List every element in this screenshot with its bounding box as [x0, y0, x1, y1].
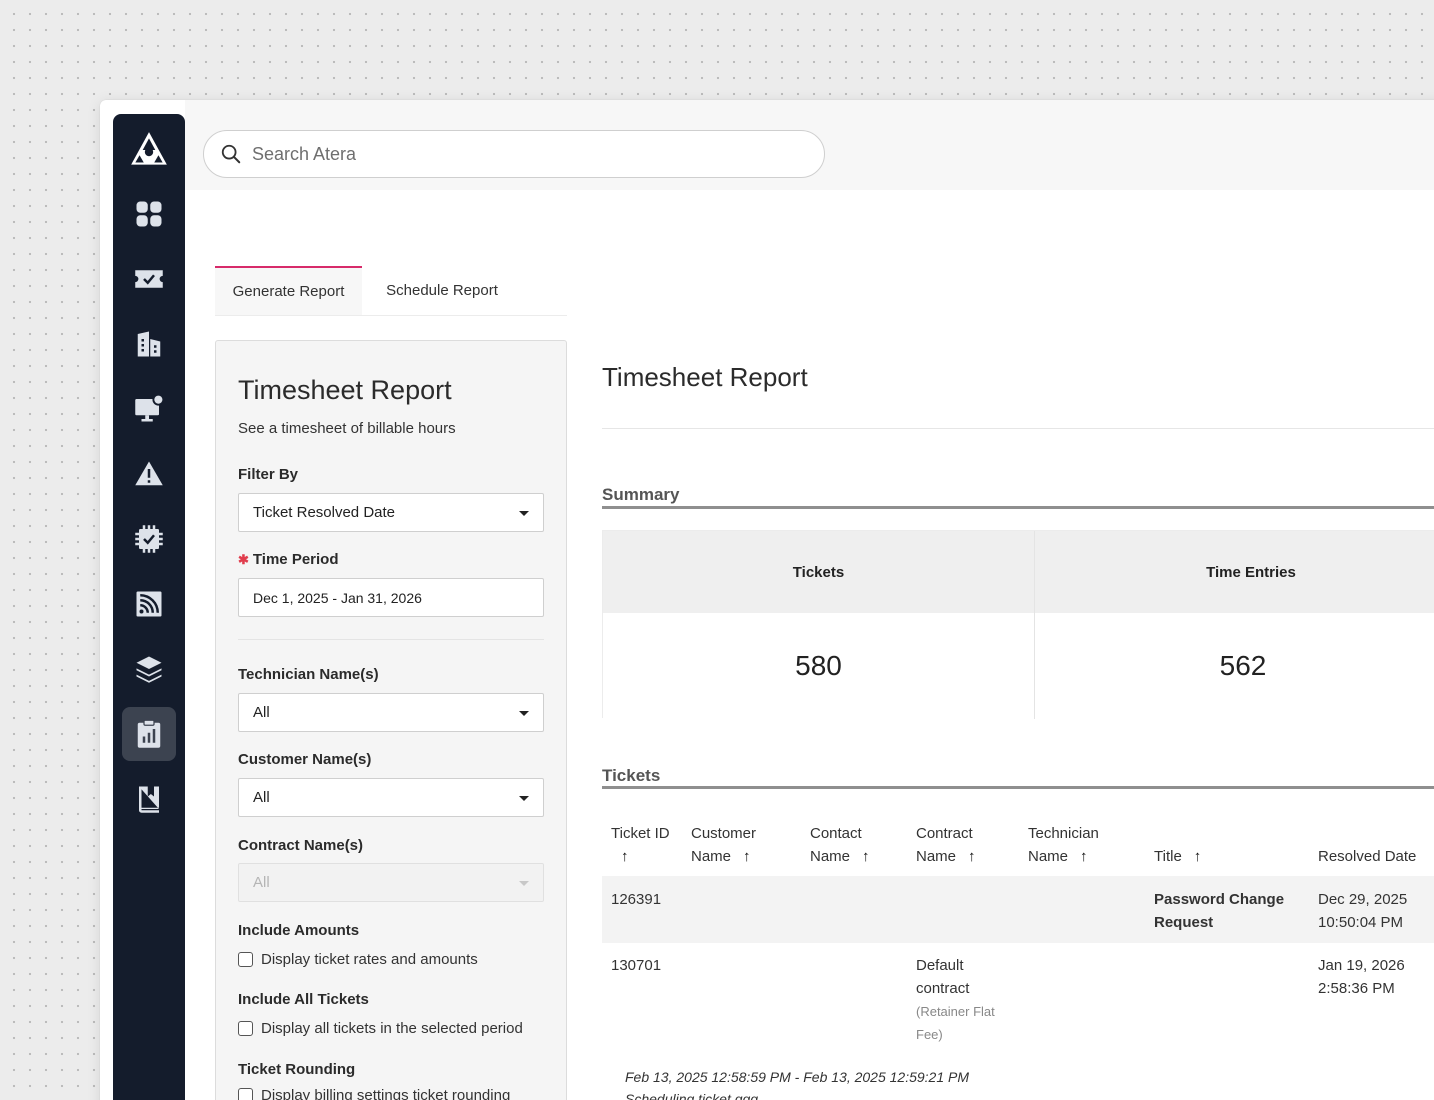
reports-icon[interactable] — [122, 707, 176, 761]
technician-label: Technician Name(s) — [238, 666, 379, 683]
column-header-customer-name[interactable]: Customer Name ↑ — [691, 822, 756, 868]
filter-by-select[interactable]: Ticket Resolved Date — [238, 493, 544, 532]
search-bar[interactable] — [203, 130, 825, 178]
report-filter-panel: Timesheet Report See a timesheet of bill… — [215, 340, 567, 1100]
technician-select[interactable]: All — [238, 693, 544, 732]
app-center-icon[interactable] — [126, 646, 172, 692]
required-star-icon: ✱ — [238, 552, 249, 567]
billing-icon[interactable] — [126, 516, 172, 562]
ticket-rounding-text: Display billing settings ticket rounding — [261, 1087, 511, 1100]
alerts-icon[interactable] — [126, 451, 172, 497]
column-header-contract-name[interactable]: Contract Name ↑ — [916, 822, 976, 868]
summary-rule — [602, 506, 1434, 509]
tickets-icon[interactable] — [126, 256, 172, 302]
devices-icon[interactable] — [126, 386, 172, 432]
time-entry-range: Feb 13, 2025 12:58:59 PM - Feb 13, 2025 … — [625, 1069, 970, 1085]
top-bar — [185, 100, 1434, 190]
column-header-technician-name[interactable]: Technician Name ↑ — [1028, 822, 1099, 868]
include-amounts-text: Display ticket rates and amounts — [261, 951, 478, 968]
include-amounts-checkbox[interactable] — [238, 952, 253, 967]
contract-select: All — [238, 863, 544, 902]
row-contract-name: Default contract — [916, 957, 970, 997]
ticket-rounding-row[interactable]: Display billing settings ticket rounding — [238, 1087, 510, 1100]
title-divider — [602, 428, 1434, 429]
customer-value: All — [253, 789, 270, 806]
time-period-input[interactable]: Dec 1, 2025 - Jan 31, 2026 — [238, 578, 544, 617]
filter-by-label: Filter By — [238, 466, 299, 483]
search-input[interactable] — [252, 143, 792, 165]
dashboard-icon[interactable] — [126, 191, 172, 237]
sort-arrow-icon[interactable]: ↑ — [968, 848, 976, 865]
sort-arrow-icon[interactable]: ↑ — [1194, 848, 1202, 865]
include-all-tickets-checkbox[interactable] — [238, 1021, 253, 1036]
panel-title: Timesheet Report — [238, 375, 452, 405]
column-header-contact-name[interactable]: Contact Name ↑ — [810, 822, 870, 868]
app-window: Generate Report Schedule Report Timeshee… — [100, 100, 1434, 1100]
include-all-tickets-text: Display all tickets in the selected peri… — [261, 1020, 523, 1037]
chevron-down-icon — [519, 711, 529, 716]
row-resolved-date: Dec 29, 2025 10:50:04 PM — [1318, 891, 1408, 931]
summary-table: Tickets Time Entries 580 562 — [602, 530, 1434, 719]
summary-value-time-entries: 562 — [1035, 613, 1434, 719]
time-entry-description: Scheduling ticket ggg — [625, 1091, 759, 1100]
technician-value: All — [253, 704, 270, 721]
sort-arrow-icon[interactable]: ↑ — [621, 848, 629, 865]
sort-arrow-icon[interactable]: ↑ — [1080, 848, 1088, 865]
column-header-resolved-date[interactable]: Resolved Date — [1318, 822, 1416, 868]
contract-label: Contract Name(s) — [238, 837, 364, 854]
sort-arrow-icon[interactable]: ↑ — [743, 848, 751, 865]
ticket-rounding-checkbox[interactable] — [238, 1088, 253, 1100]
summary-value-tickets: 580 — [603, 613, 1034, 719]
customer-label: Customer Name(s) — [238, 751, 372, 768]
knowledge-base-icon[interactable] — [126, 776, 172, 822]
summary-separator — [1034, 531, 1035, 719]
include-amounts-label: Include Amounts — [238, 922, 360, 939]
filter-by-value: Ticket Resolved Date — [253, 504, 396, 521]
panel-subtitle: See a timesheet of billable hours — [238, 420, 456, 437]
row-ticket-id[interactable]: 126391 — [611, 888, 661, 911]
report-tabs: Generate Report Schedule Report — [215, 266, 567, 316]
ticket-rounding-label: Ticket Rounding — [238, 1061, 356, 1078]
summary-header-time-entries: Time Entries — [1035, 531, 1434, 613]
search-icon — [221, 144, 241, 164]
table-row — [602, 876, 1434, 943]
chevron-down-icon — [519, 881, 529, 886]
chevron-down-icon — [519, 796, 529, 801]
summary-heading: Summary — [602, 485, 680, 504]
tab-schedule-report[interactable]: Schedule Report — [362, 266, 522, 315]
include-all-tickets-label: Include All Tickets — [238, 991, 369, 1008]
summary-header-tickets: Tickets — [603, 531, 1034, 613]
row-ticket-id[interactable]: 130701 — [611, 954, 661, 977]
panel-divider — [238, 639, 544, 640]
tickets-heading: Tickets — [602, 766, 661, 785]
atera-logo-icon[interactable] — [126, 128, 172, 174]
customers-icon[interactable] — [126, 321, 172, 367]
column-header-title[interactable]: Title ↑ — [1154, 822, 1201, 868]
customer-select[interactable]: All — [238, 778, 544, 817]
row-resolved-date: Jan 19, 2026 2:58:36 PM — [1318, 957, 1405, 997]
chevron-down-icon — [519, 511, 529, 516]
sort-arrow-icon[interactable]: ↑ — [862, 848, 870, 865]
time-period-label: ✱ Time Period — [238, 551, 339, 568]
network-discovery-icon[interactable] — [126, 581, 172, 627]
contract-value: All — [253, 874, 270, 891]
column-header-ticket-id[interactable]: Ticket ID ↑ — [611, 822, 670, 868]
row-contract-type: (Retainer Flat Fee) — [916, 1004, 995, 1042]
include-amounts-row[interactable]: Display ticket rates and amounts — [238, 951, 478, 968]
row-title: Password Change Request — [1154, 891, 1285, 931]
tab-generate-report[interactable]: Generate Report — [215, 266, 362, 315]
report-title: Timesheet Report — [602, 362, 808, 392]
tickets-rule — [602, 786, 1434, 789]
include-all-tickets-row[interactable]: Display all tickets in the selected peri… — [238, 1020, 523, 1037]
time-period-value: Dec 1, 2025 - Jan 31, 2026 — [253, 589, 422, 606]
sidebar-nav — [113, 114, 185, 1100]
